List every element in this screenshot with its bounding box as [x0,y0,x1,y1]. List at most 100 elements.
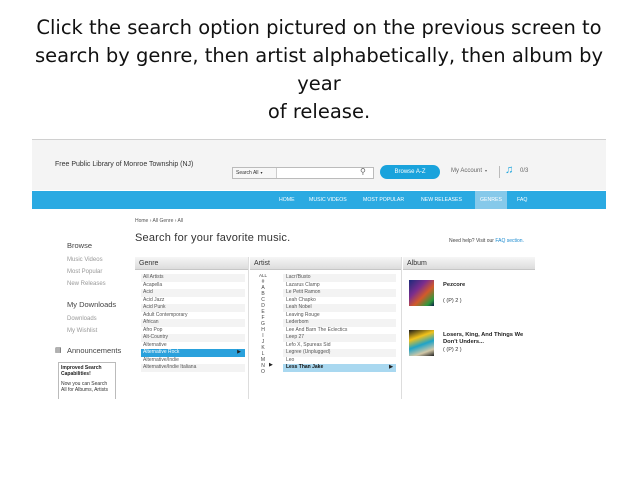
nav-music-videos[interactable]: MUSIC VIDEOS [309,191,347,209]
caret-down-icon: ▾ [260,170,263,175]
artist-item[interactable]: Lederbom [283,319,396,327]
genre-item[interactable]: Acid [141,289,245,297]
sidebar-item-wishlist[interactable]: My Wishlist [67,328,97,334]
album-cover[interactable] [409,280,434,306]
artist-label: Leah Chapko [286,296,316,303]
sidebar-item-new-releases[interactable]: New Releases [67,281,106,287]
album-cover[interactable] [409,330,434,356]
album-release: ( (P) 2 ) [443,298,462,304]
announcement-text: Now you can Search All for Albums, Artis… [61,381,108,393]
artist-item[interactable]: Lefo X, Spureas Sid [283,342,396,350]
arrow-right-icon: ▶ [269,362,273,368]
page-title: Search for your favorite music. [135,232,291,244]
arrow-right-icon: ▶ [237,349,241,355]
genre-label: Acid [143,289,153,295]
nav-home[interactable]: HOME [279,191,295,209]
search-bar[interactable]: Search All ▾ [232,167,374,179]
album-title[interactable]: Pezcore [443,282,535,289]
site-header: Free Public Library of Monroe Township (… [32,140,606,190]
artist-list: Lacri'Busto Lazarus Clamp Le Petit Ramon Le… [283,274,396,372]
artist-item[interactable]: Le Petit Ramon [283,289,396,297]
artist-item[interactable]: Leaving Rouge [283,312,396,320]
slide-caption: Click the search option pictured on the … [20,14,618,126]
genre-item[interactable]: Alternative Rock ▶ [141,349,245,357]
nav-faq[interactable]: FAQ [517,191,527,209]
alphabet-letter[interactable]: O [258,369,268,375]
genre-label: Alternative/Indie Italiana [143,364,197,370]
artist-label: Legree (Unplugged) [286,349,331,355]
library-name: Free Public Library of Monroe Township (… [55,161,194,168]
nav-new-releases[interactable]: NEW RELEASES [421,191,462,209]
artist-item[interactable]: Legree (Unplugged) [283,349,396,357]
genre-label: Alt-Country [143,334,169,340]
genre-label: Adult Contemporary [143,311,188,318]
faq-link[interactable]: FAQ section. [495,238,524,244]
genre-label: Alternative Rock [143,349,180,355]
genre-item[interactable]: Alternative/Indie [141,357,245,365]
artist-item[interactable]: Lacri'Busto [283,274,396,282]
sidebar-item-most-popular[interactable]: Most Popular [67,269,102,275]
caret-down-icon: ▾ [485,168,488,173]
artist-column: Artist ALL # A B C D E F G H I J K L M N O ▶ Lacri'Busto… [250,257,402,399]
slide-caption-line: Click the search option pictured on the … [36,16,602,39]
genre-item[interactable]: Acapella [141,282,245,290]
genre-item[interactable]: Alternative/Indie Italiana [141,364,245,372]
artist-item[interactable]: Leep 27 [283,334,396,342]
genre-item[interactable]: All Artists [141,274,245,282]
music-note-icon: ♫ [505,164,514,176]
nav-most-popular[interactable]: MOST POPULAR [363,191,404,209]
search-scope-dropdown[interactable]: Search All ▾ [233,168,277,178]
artist-label: Lefo X, Spureas Sid [286,341,331,348]
divider [499,166,500,178]
genre-item[interactable]: Afro Pop [141,327,245,335]
genre-label: Acid Punk [143,304,166,310]
artist-item[interactable]: Lazarus Clamp [283,282,396,290]
download-count: 0/3 [520,168,529,174]
sidebar-my-downloads-heading: My Downloads [67,300,117,309]
genre-item[interactable]: Acid Punk [141,304,245,312]
genre-label: All Artists [143,274,164,280]
artist-label: Leep 27 [286,334,305,340]
album-column-header: Album [403,257,535,270]
screenshot-frame: Free Public Library of Monroe Township (… [32,139,606,399]
breadcrumb[interactable]: Home › All Genre › All [135,218,183,224]
artist-item[interactable]: Leah Nobel [283,304,396,312]
artist-label: Leaving Rouge [286,311,320,318]
help-text: Need help? Visit our FAQ section. [449,238,524,244]
genre-label: Acid Jazz [143,296,165,303]
announcement-icon: ▤ [55,347,62,354]
genre-column: Genre All Artists Acapella Acid Acid Jazz Ac… [135,257,249,399]
sidebar-item-music-videos[interactable]: Music Videos [67,257,103,263]
alphabet-index: ALL # A B C D E F G H I J K L M N O [258,273,268,375]
artist-label: Le Petit Ramon [286,289,321,295]
genre-label: Alternative/Indie [143,356,179,363]
genre-item[interactable]: Adult Contemporary [141,312,245,320]
sidebar-announcements-heading: Announcements [67,346,122,355]
genre-label: Afro Pop [143,326,163,333]
search-icon[interactable]: ⚲ [360,167,366,176]
genre-label: African [143,319,159,325]
genre-column-header: Genre [135,257,248,270]
genre-label: Acapella [143,281,163,288]
genre-item[interactable]: Acid Jazz [141,297,245,305]
artist-item[interactable]: Lee And Barn The Eclectics [283,327,396,335]
browse-az-button[interactable]: Browse A-Z [380,165,440,179]
genre-list: All Artists Acapella Acid Acid Jazz Acid Pun… [141,274,245,372]
genre-item[interactable]: Alternative [141,342,245,350]
slide-caption-line: of release. [267,100,371,123]
artist-item[interactable]: Leo [283,357,396,365]
genre-item[interactable]: African [141,319,245,327]
album-title[interactable]: Losers, King, And Things We Don't Unders… [443,332,535,346]
album-release: ( (P) 2 ) [443,347,462,353]
artist-item[interactable]: Less Than Jake ▶ [283,364,396,372]
nav-genres[interactable]: GENRES [475,191,507,209]
artist-label: Lee And Barn The Eclectics [286,326,348,333]
arrow-right-icon: ▶ [389,364,393,370]
help-label: Need help? Visit our [449,238,494,244]
sidebar-item-downloads[interactable]: Downloads [67,316,97,322]
artist-item[interactable]: Leah Chapko [283,297,396,305]
my-account-menu[interactable]: My Account ▾ [451,168,487,174]
artist-label: Leah Nobel [286,304,312,310]
genre-item[interactable]: Alt-Country [141,334,245,342]
artist-column-header: Artist [250,257,401,270]
